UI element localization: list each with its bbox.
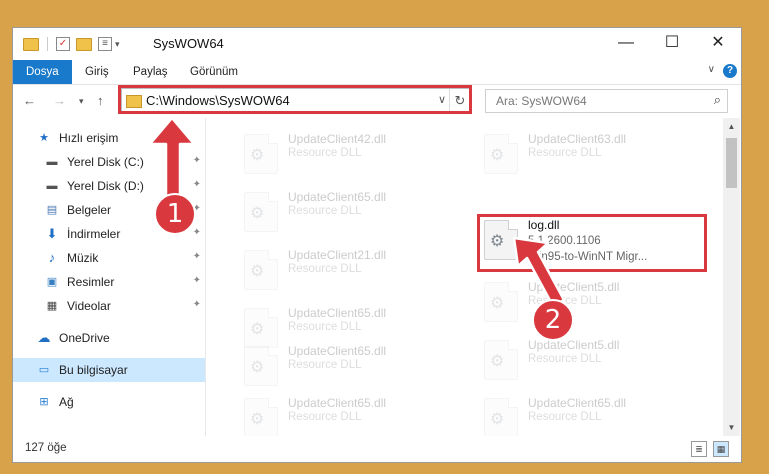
step-2-badge: 2	[532, 299, 574, 341]
arrow-1	[148, 116, 196, 198]
arrow-2	[512, 236, 566, 308]
step-1-badge: 1	[154, 193, 196, 235]
annotation-arrows	[148, 116, 566, 308]
